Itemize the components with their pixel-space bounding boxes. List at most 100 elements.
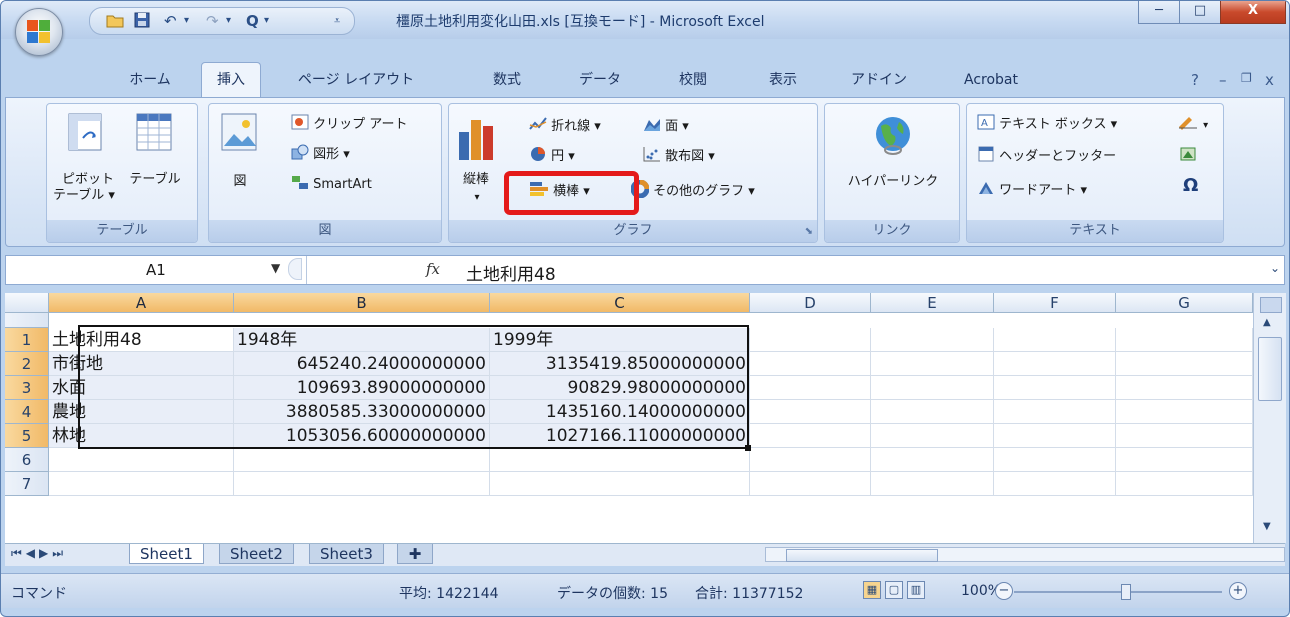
undo-dropdown-icon[interactable]: ▾ xyxy=(184,12,189,30)
cell-f3[interactable] xyxy=(994,376,1116,400)
zoom-slider-thumb[interactable] xyxy=(1121,584,1131,600)
clipart-button[interactable]: クリップ アート xyxy=(291,114,408,135)
column-header-e[interactable]: E xyxy=(871,293,994,313)
cell-g5[interactable] xyxy=(1116,424,1253,448)
ribbon-restore-icon[interactable]: ❐ xyxy=(1241,71,1252,85)
vertical-scrollbar[interactable]: ▲ ▼ xyxy=(1253,293,1286,543)
cell-c3[interactable]: 90829.98000000000 xyxy=(490,376,750,400)
cell-g7[interactable] xyxy=(1116,472,1253,496)
cell-a4[interactable]: 農地 xyxy=(49,400,234,424)
cell-g1[interactable] xyxy=(1116,328,1253,352)
symbol-button[interactable]: Ω xyxy=(1183,177,1198,195)
cell-a7[interactable] xyxy=(49,472,234,496)
cell-d3[interactable] xyxy=(750,376,871,400)
cell-e6[interactable] xyxy=(871,448,994,472)
formula-content[interactable]: 土地利用48 xyxy=(466,260,556,285)
cell-b2[interactable]: 645240.24000000000 xyxy=(234,352,490,376)
insert-function-icon[interactable]: fx xyxy=(426,260,440,278)
tab-data[interactable]: データ xyxy=(565,63,635,97)
tab-addins[interactable]: アドイン xyxy=(841,63,917,97)
row-header-3[interactable]: 3 xyxy=(5,376,49,400)
column-header-b[interactable]: B xyxy=(234,293,490,313)
zoom-slider[interactable] xyxy=(1014,591,1222,593)
column-header-d[interactable]: D xyxy=(750,293,871,313)
insert-sheet-icon[interactable]: ✚ xyxy=(397,544,433,564)
vertical-scroll-thumb[interactable] xyxy=(1258,337,1282,401)
redo-button[interactable]: ↷ xyxy=(206,12,219,30)
cell-d4[interactable] xyxy=(750,400,871,424)
cell-e5[interactable] xyxy=(871,424,994,448)
split-box-icon[interactable] xyxy=(1260,297,1282,313)
tab-acrobat[interactable]: Acrobat xyxy=(951,63,1031,97)
column-header-c[interactable]: C xyxy=(490,293,750,313)
cell-d5[interactable] xyxy=(750,424,871,448)
sheet-tab-3[interactable]: Sheet3 xyxy=(309,544,384,564)
cell-c1[interactable]: 1999年 xyxy=(490,328,750,352)
cell-g2[interactable] xyxy=(1116,352,1253,376)
redo-dropdown-icon[interactable]: ▾ xyxy=(226,12,231,30)
page-layout-view-button[interactable]: ▢ xyxy=(885,581,903,599)
expand-formula-bar-icon[interactable]: ⌄ xyxy=(1270,261,1280,275)
signature-line-button[interactable]: ▾ xyxy=(1177,114,1208,135)
close-button[interactable]: X xyxy=(1220,1,1286,24)
name-box-dropdown-icon[interactable]: ▼ xyxy=(271,261,280,275)
scroll-up-icon[interactable]: ▲ xyxy=(1263,317,1271,328)
cell-b4[interactable]: 3880585.33000000000 xyxy=(234,400,490,424)
tab-insert[interactable]: 挿入 xyxy=(201,62,261,98)
cell-b1[interactable]: 1948年 xyxy=(234,328,490,352)
page-break-view-button[interactable]: ▥ xyxy=(907,581,925,599)
row-header-1[interactable]: 1 xyxy=(5,328,49,352)
cell-b6[interactable] xyxy=(234,448,490,472)
cell-f1[interactable] xyxy=(994,328,1116,352)
normal-view-button[interactable]: ▦ xyxy=(863,581,881,599)
maximize-button[interactable]: □ xyxy=(1179,1,1221,24)
cell-g3[interactable] xyxy=(1116,376,1253,400)
ribbon-close-icon[interactable]: x xyxy=(1265,71,1274,89)
column-chart-button[interactable]: 縦棒 ▾ xyxy=(457,114,497,218)
hyperlink-button[interactable]: ハイパーリンク xyxy=(835,112,951,216)
smartart-button[interactable]: SmartArt xyxy=(291,174,372,195)
pivot-table-button[interactable]: ピボット テーブル ▾ xyxy=(53,112,119,216)
scroll-down-icon[interactable]: ▼ xyxy=(1263,521,1271,532)
customize-qat-icon[interactable]: ⩡ xyxy=(334,12,340,30)
tab-formulas[interactable]: 数式 xyxy=(477,63,537,97)
tab-review[interactable]: 校閲 xyxy=(663,63,723,97)
cell-e1[interactable] xyxy=(871,328,994,352)
cell-f7[interactable] xyxy=(994,472,1116,496)
sheet-tab-1[interactable]: Sheet1 xyxy=(129,544,204,564)
cell-c2[interactable]: 3135419.85000000000 xyxy=(490,352,750,376)
shapes-button[interactable]: 図形 ▾ xyxy=(291,144,350,165)
horizontal-scroll-thumb[interactable] xyxy=(786,549,938,562)
cell-e7[interactable] xyxy=(871,472,994,496)
zoom-out-button[interactable]: − xyxy=(995,582,1013,600)
cell-f4[interactable] xyxy=(994,400,1116,424)
cell-g6[interactable] xyxy=(1116,448,1253,472)
object-button[interactable] xyxy=(1179,146,1197,167)
cell-a5[interactable]: 林地 xyxy=(49,424,234,448)
wordart-button[interactable]: ワードアート ▾ xyxy=(977,180,1087,201)
cell-f5[interactable] xyxy=(994,424,1116,448)
cell-d6[interactable] xyxy=(750,448,871,472)
print-preview-button[interactable]: Q xyxy=(246,12,259,30)
scatter-chart-button[interactable]: 散布図 ▾ xyxy=(643,146,715,167)
table-button[interactable]: テーブル xyxy=(123,112,187,216)
save-icon[interactable] xyxy=(134,12,150,32)
cell-a6[interactable] xyxy=(49,448,234,472)
cell-b7[interactable] xyxy=(234,472,490,496)
cell-a1[interactable]: 土地利用48 xyxy=(49,328,234,352)
cell-d2[interactable] xyxy=(750,352,871,376)
zoom-in-button[interactable]: + xyxy=(1229,582,1247,600)
help-icon[interactable]: ? xyxy=(1191,71,1199,89)
row-header-7[interactable]: 7 xyxy=(5,472,49,496)
cell-c6[interactable] xyxy=(490,448,750,472)
open-folder-icon[interactable] xyxy=(106,12,124,32)
line-chart-button[interactable]: 折れ線 ▾ xyxy=(529,116,601,137)
row-header-4[interactable]: 4 xyxy=(5,400,49,424)
cell-e3[interactable] xyxy=(871,376,994,400)
fill-handle[interactable] xyxy=(745,445,751,451)
tab-view[interactable]: 表示 xyxy=(753,63,813,97)
minimize-button[interactable]: ─ xyxy=(1138,1,1180,24)
cell-e2[interactable] xyxy=(871,352,994,376)
tab-home[interactable]: ホーム xyxy=(111,63,189,97)
cell-b3[interactable]: 109693.89000000000 xyxy=(234,376,490,400)
